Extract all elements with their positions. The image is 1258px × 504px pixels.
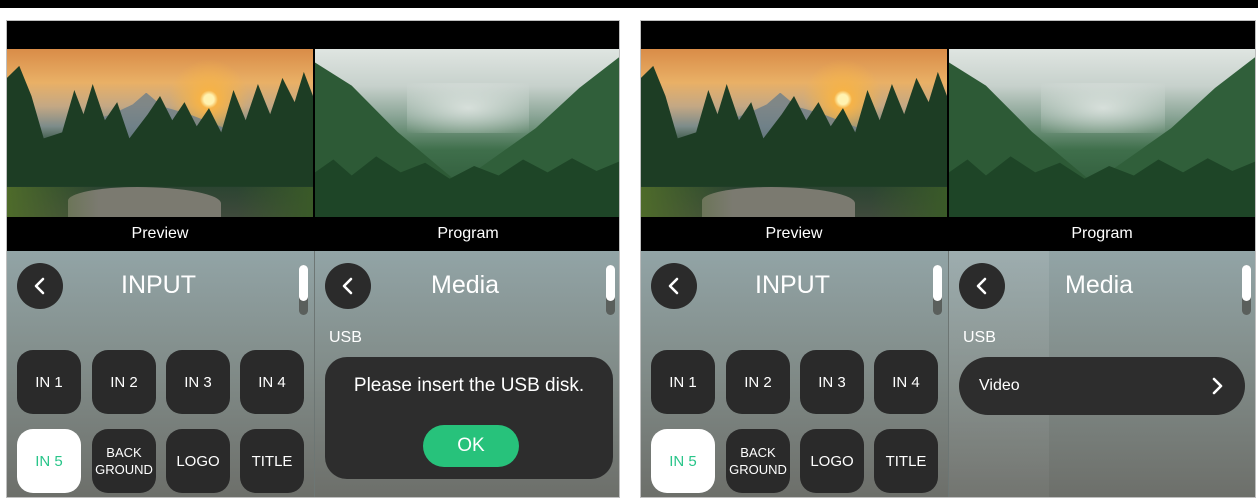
usb-alert-dialog: Please insert the USB disk. OK [325,357,613,479]
input-button-title[interactable]: TITLE [240,429,304,493]
preview-image [641,49,947,217]
program-label: Program [437,225,499,242]
input-button-in1[interactable]: IN 1 [651,350,715,414]
media-panel-title: Media [1065,271,1134,299]
media-panel: Media USB Video [949,251,1255,497]
switcher-screen-dialog: Preview Program INPUT IN 1 IN 2 IN 3 IN … [6,20,620,498]
program-image [315,49,619,217]
preview-image [7,49,313,217]
chevron-left-icon [976,277,987,295]
program-image [949,49,1255,217]
input-back-button[interactable] [651,263,697,309]
chevron-left-icon [34,277,45,295]
preview-monitor[interactable] [7,49,313,217]
program-monitor[interactable] [315,49,619,217]
chevron-left-icon [668,277,679,295]
input-button-in1[interactable]: IN 1 [17,350,81,414]
preview-label: Preview [131,225,189,242]
input-panel: INPUT IN 1 IN 2 IN 3 IN 4 IN 5 BACK GROU… [7,251,314,497]
input-button-logo[interactable]: LOGO [166,429,230,493]
media-back-button[interactable] [959,263,1005,309]
input-panel-title: INPUT [121,271,196,299]
input-back-button[interactable] [17,263,63,309]
program-monitor[interactable] [949,49,1255,217]
media-scrollbar[interactable] [1242,265,1251,315]
input-button-background[interactable]: BACK GROUND [92,429,156,493]
input-button-logo[interactable]: LOGO [800,429,864,493]
media-panel: Media USB Please insert the USB disk. OK [315,251,619,497]
input-button-in2[interactable]: IN 2 [92,350,156,414]
input-panel-title: INPUT [755,271,830,299]
input-panel: INPUT IN 1 IN 2 IN 3 IN 4 IN 5 BACK GROU… [641,251,948,497]
switcher-screen-list: Preview Program INPUT IN 1 IN 2 IN 3 IN … [640,20,1256,498]
input-button-in3[interactable]: IN 3 [166,350,230,414]
top-border [0,0,1258,8]
dialog-message: Please insert the USB disk. [353,375,585,396]
media-list-item-video[interactable]: Video [959,357,1245,415]
preview-monitor[interactable] [641,49,947,217]
input-button-title[interactable]: TITLE [874,429,938,493]
input-button-in2[interactable]: IN 2 [726,350,790,414]
usb-section-label: USB [963,329,996,346]
input-button-in4[interactable]: IN 4 [240,350,304,414]
input-button-in4[interactable]: IN 4 [874,350,938,414]
usb-section-label: USB [329,329,362,346]
input-scrollbar[interactable] [299,265,308,315]
input-scrollbar[interactable] [933,265,942,315]
input-button-in3[interactable]: IN 3 [800,350,864,414]
media-scrollbar[interactable] [606,265,615,315]
media-back-button[interactable] [325,263,371,309]
ok-button[interactable]: OK [423,425,519,467]
chevron-right-icon [1212,377,1223,395]
chevron-left-icon [342,277,353,295]
media-panel-title: Media [431,271,500,299]
preview-label: Preview [765,225,823,242]
list-item-label: Video [979,377,1020,394]
program-label: Program [1071,225,1133,242]
input-button-in5[interactable]: IN 5 [651,429,715,493]
input-button-background[interactable]: BACK GROUND [726,429,790,493]
input-button-in5[interactable]: IN 5 [17,429,81,493]
